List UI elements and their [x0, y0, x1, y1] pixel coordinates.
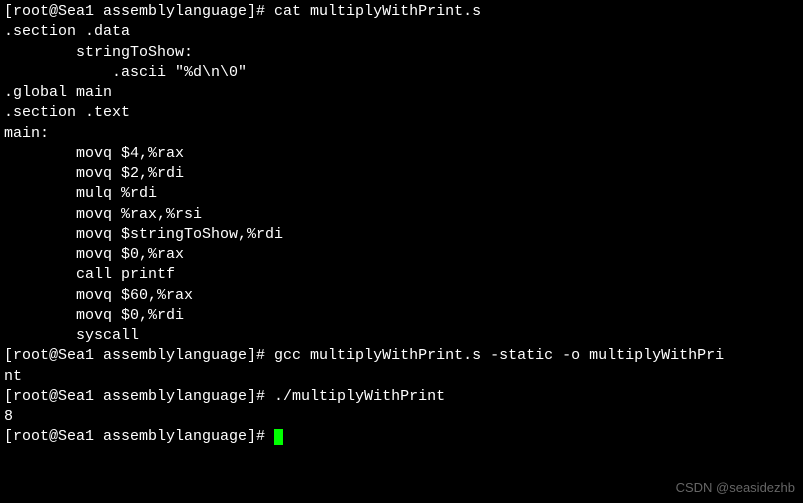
cat-output-line: movq %rax,%rsi [4, 205, 799, 225]
gcc-command-part1: gcc multiplyWithPrint.s -static -o multi… [274, 347, 724, 364]
cat-output-line: movq $4,%rax [4, 144, 799, 164]
cat-output-line: call printf [4, 265, 799, 285]
prompt: [root@Sea1 assemblylanguage]# [4, 428, 274, 445]
cat-output-line: .section .data [4, 22, 799, 42]
cat-command: cat multiplyWithPrint.s [274, 3, 481, 20]
gcc-command-part2: nt [4, 367, 799, 387]
prompt: [root@Sea1 assemblylanguage]# [4, 347, 274, 364]
cursor-block [274, 429, 283, 445]
terminal-line-command-run: [root@Sea1 assemblylanguage]# ./multiply… [4, 387, 799, 407]
prompt: [root@Sea1 assemblylanguage]# [4, 3, 274, 20]
terminal-line-active-prompt[interactable]: [root@Sea1 assemblylanguage]# [4, 427, 799, 447]
terminal-line-command-cat: [root@Sea1 assemblylanguage]# cat multip… [4, 2, 799, 22]
program-output: 8 [4, 407, 799, 427]
prompt: [root@Sea1 assemblylanguage]# [4, 388, 274, 405]
run-command: ./multiplyWithPrint [274, 388, 445, 405]
cat-output-line: .ascii "%d\n\0" [4, 63, 799, 83]
terminal-line-command-gcc: [root@Sea1 assemblylanguage]# gcc multip… [4, 346, 799, 366]
cat-output-line: movq $0,%rax [4, 245, 799, 265]
cat-output-line: stringToShow: [4, 43, 799, 63]
cat-output-line: .global main [4, 83, 799, 103]
cat-output-line: syscall [4, 326, 799, 346]
cat-output-line: main: [4, 124, 799, 144]
cat-output-line: movq $stringToShow,%rdi [4, 225, 799, 245]
cat-output-line: movq $2,%rdi [4, 164, 799, 184]
cat-output-line: mulq %rdi [4, 184, 799, 204]
cat-output-line: movq $0,%rdi [4, 306, 799, 326]
cat-output-line: movq $60,%rax [4, 286, 799, 306]
watermark-text: CSDN @seasidezhb [676, 479, 795, 497]
cat-output-line: .section .text [4, 103, 799, 123]
